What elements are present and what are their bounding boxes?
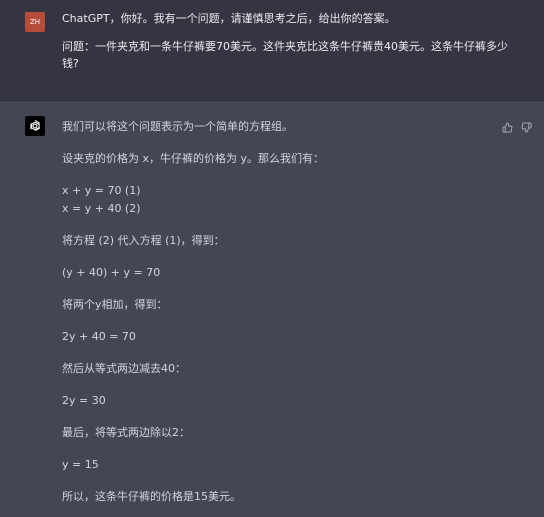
equation-line: 2y = 30	[62, 394, 106, 407]
assistant-message-row: 我们可以将这个问题表示为一个简单的方程组。 设夹克的价格为 x，牛仔裤的价格为 …	[0, 101, 544, 517]
answer-line: 将方程 (2) 代入方程 (1)，得到：	[62, 234, 225, 247]
openai-logo-icon	[25, 116, 45, 136]
equation-line: y = 15	[62, 458, 99, 471]
answer-line: 最后，将等式两边除以2：	[62, 426, 190, 439]
feedback-actions	[502, 118, 532, 133]
user-message-row: ZH ChatGPT，你好。我有一个问题，请谨慎思考之后，给出你的答案。 问题：…	[0, 0, 544, 101]
chat-transcript: ZH ChatGPT，你好。我有一个问题，请谨慎思考之后，给出你的答案。 问题：…	[0, 0, 544, 517]
answer-line: 所以，这条牛仔裤的价格是15美元。	[62, 490, 241, 503]
answer-line: 我们可以将这个问题表示为一个简单的方程组。	[62, 120, 293, 133]
equation-line: (y + 40) + y = 70	[62, 266, 161, 279]
equation-line: x = y + 40 (2)	[62, 202, 141, 215]
user-avatar: ZH	[25, 12, 45, 32]
thumbs-down-icon[interactable]	[521, 118, 532, 133]
answer-line: 然后从等式两边减去40：	[62, 362, 186, 375]
answer-line: 将两个y相加，得到：	[62, 298, 168, 311]
answer-line: 设夹克的价格为 x，牛仔裤的价格为 y。那么我们有：	[62, 152, 325, 165]
user-message-paragraph: 问题：一件夹克和一条牛仔裤要70美元。这件夹克比这条牛仔裤贵40美元。这条牛仔裤…	[62, 40, 508, 70]
thumbs-up-icon[interactable]	[502, 118, 513, 133]
equation-line: 2y + 40 = 70	[62, 330, 136, 343]
equation-line: x + y = 70 (1)	[62, 184, 141, 197]
user-message-paragraph: ChatGPT，你好。我有一个问题，请谨慎思考之后，给出你的答案。	[62, 12, 396, 25]
user-message-text: ChatGPT，你好。我有一个问题，请谨慎思考之后，给出你的答案。 问题：一件夹…	[62, 10, 522, 72]
